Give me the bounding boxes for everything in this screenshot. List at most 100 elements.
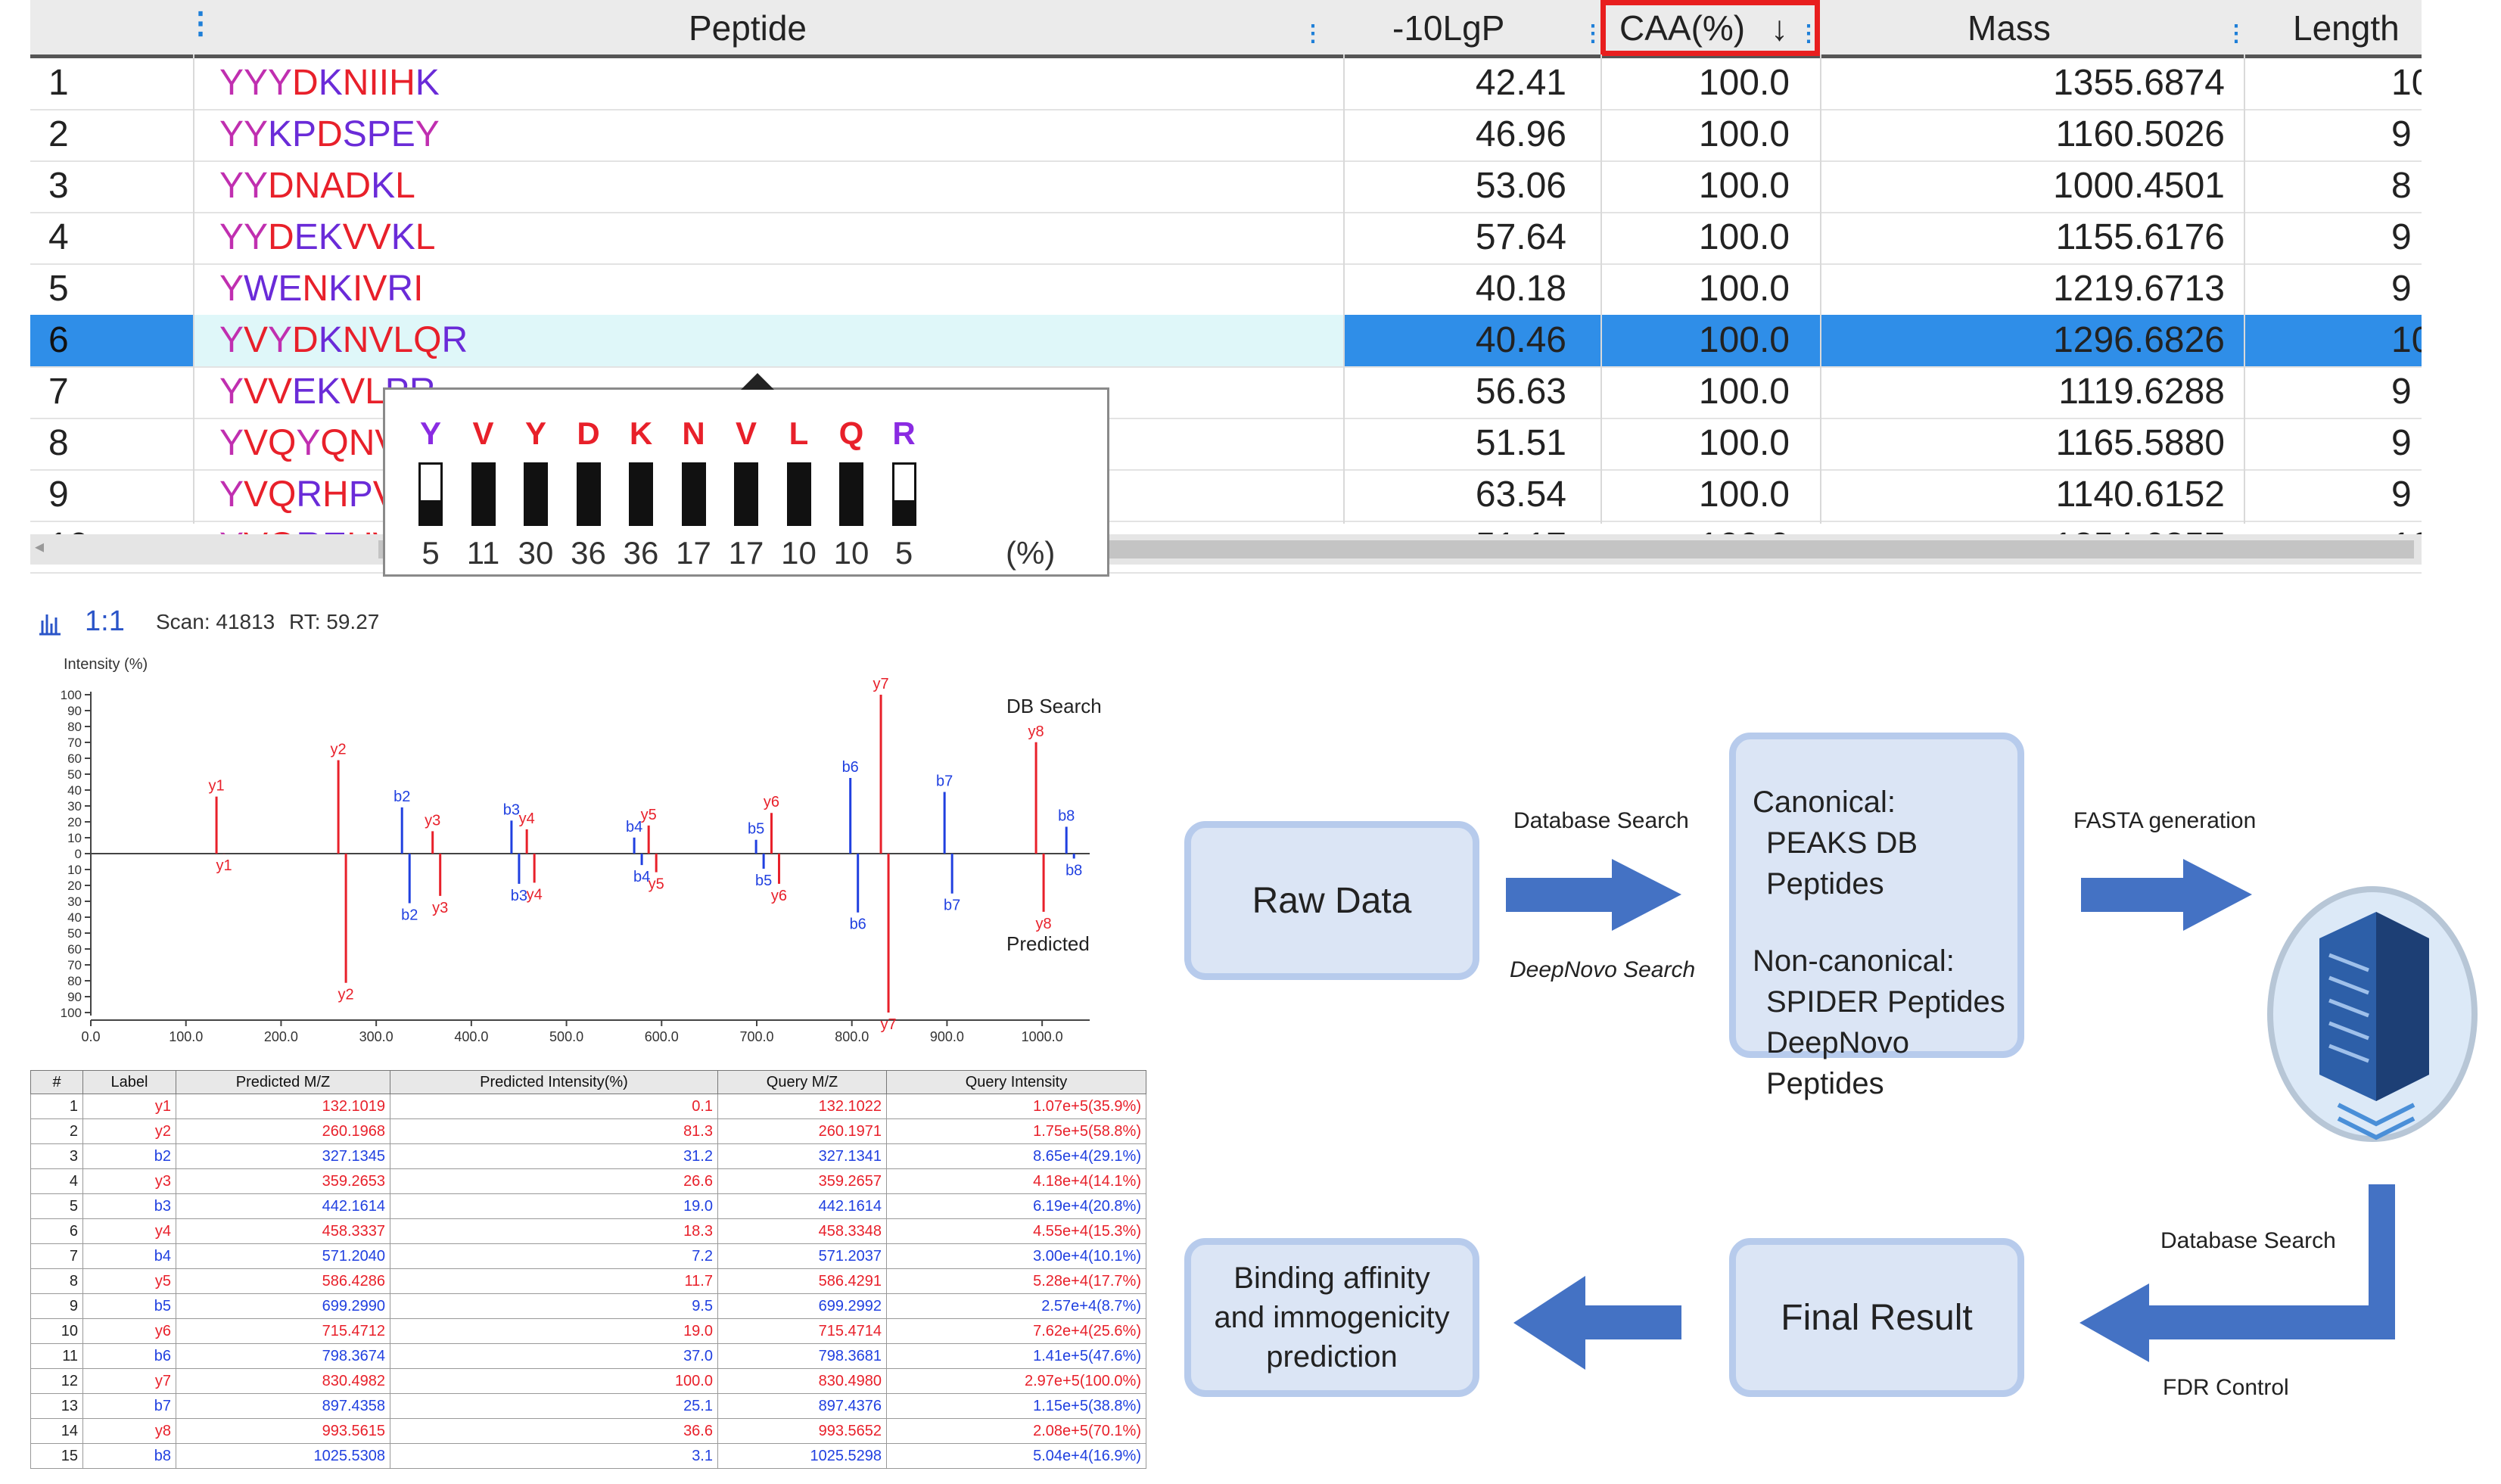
table-row[interactable]: 6 YVYDKNVLQR 40.46 100.0 1296.6826 10 <box>30 315 2422 368</box>
table-cell: 13 <box>30 1393 83 1419</box>
table-row[interactable]: 4 y3 359.2653 26.6 359.2657 4.18e+4(14.1%) <box>30 1168 1146 1194</box>
column-header[interactable]: Query Intensity <box>886 1070 1146 1094</box>
canonical-title: Canonical: <box>1753 786 1896 819</box>
length-value: 9 <box>2391 474 2412 515</box>
table-cell: 327.1341 <box>717 1143 887 1169</box>
spectrum-chart-icon[interactable] <box>36 610 62 636</box>
column-divider <box>1820 54 1821 524</box>
table-row[interactable]: 5 YWENKIVRI 40.18 100.0 1219.6713 9 <box>30 263 2422 316</box>
y-tick-label: 60 <box>67 942 82 957</box>
table-row[interactable]: 2 YYKPDSPEY 46.96 100.0 1160.5026 9 <box>30 109 2422 162</box>
peak-label: y8 <box>1028 723 1044 740</box>
table-cell: 1025.5308 <box>176 1443 390 1469</box>
caa-value: 100.0 <box>1698 217 1790 257</box>
column-header[interactable]: Query M/Z <box>717 1070 887 1094</box>
table-row[interactable]: 13 b7 897.4358 25.1 897.4376 1.15e+5(38.8%) <box>30 1393 1146 1419</box>
coverage-bar <box>524 462 548 526</box>
table-cell: 897.4358 <box>176 1393 390 1419</box>
header-lgp[interactable]: -10LgP <box>1392 0 1504 56</box>
table-cell: 571.2040 <box>176 1243 390 1269</box>
table-row[interactable]: 1 y1 132.1019 0.1 132.1022 1.07e+5(35.9%) <box>30 1094 1146 1119</box>
retention-time: RT: 59.27 <box>289 610 380 633</box>
coverage-bar <box>681 462 706 526</box>
column-menu-icon[interactable]: ⋮ <box>1302 6 1324 62</box>
y-axis-label: Intensity (%) <box>64 656 148 673</box>
label-deepnovo-search: DeepNovo Search <box>1510 957 1696 982</box>
noncanonical-item: SPIDER Peptides <box>1766 985 2005 1019</box>
table-cell: 8.65e+4(29.1%) <box>886 1143 1146 1169</box>
table-cell: b7 <box>82 1393 176 1419</box>
column-menu-icon[interactable]: ⋮ <box>185 0 216 51</box>
lgp-value: 42.41 <box>1475 63 1566 103</box>
y-tick-label: 70 <box>67 958 82 972</box>
caa-value: 100.0 <box>1698 474 1790 515</box>
table-row[interactable]: 10 y6 715.4712 19.0 715.4714 7.62e+4(25.6%) <box>30 1318 1146 1344</box>
mass-value: 1165.5880 <box>2055 423 2225 463</box>
arrow-elbow <box>2080 1184 2395 1362</box>
peak-label: y4 <box>527 886 543 903</box>
residue-coverage-popup: Y 5 V 11 Y 30 D 36 K 36 N 17 V 17 L 10 Q 10 R 5 (%) <box>383 373 1109 577</box>
peak-label: y4 <box>519 810 535 827</box>
column-header[interactable]: Predicted Intensity(%) <box>390 1070 718 1094</box>
lgp-value: 51.51 <box>1475 423 1566 463</box>
table-cell: 830.4980 <box>717 1368 887 1394</box>
binding-prediction-label: Binding affinity and immogenicity predic… <box>1214 1262 1450 1374</box>
caa-value: 100.0 <box>1698 423 1790 463</box>
residue-letter: V <box>472 415 494 451</box>
lgp-value: 56.63 <box>1475 372 1566 412</box>
table-cell: 442.1614 <box>176 1193 390 1219</box>
peak-label: b5 <box>755 873 772 889</box>
mass-value: 1296.6826 <box>2053 320 2225 360</box>
table-row[interactable]: 3 YYDNADKL 53.06 100.0 1000.4501 8 <box>30 160 2422 213</box>
coverage-percent: 11 <box>466 535 500 571</box>
y-tick-label: 10 <box>67 831 82 845</box>
table-row[interactable]: 11 b6 798.3674 37.0 798.3681 1.41e+5(47.6%) <box>30 1343 1146 1369</box>
table-row[interactable]: 8 y5 586.4286 11.7 586.4291 5.28e+4(17.7%) <box>30 1268 1146 1294</box>
length-value: 10 <box>2391 320 2422 360</box>
peak-label: y5 <box>649 876 664 893</box>
coverage-percent: 17 <box>676 535 711 571</box>
zoom-level[interactable]: 1:1 <box>85 605 125 638</box>
table-cell: 8 <box>30 1268 83 1294</box>
column-header[interactable]: Predicted M/Z <box>176 1070 390 1094</box>
y-tick-label: 30 <box>67 799 82 814</box>
table-row[interactable]: 7 b4 571.2040 7.2 571.2037 3.00e+4(10.1%) <box>30 1243 1146 1269</box>
peak-label: b6 <box>850 916 866 933</box>
table-cell: 4.55e+4(15.3%) <box>886 1218 1146 1244</box>
scroll-left-icon[interactable]: ◂ <box>35 536 44 558</box>
table-cell: 19.0 <box>390 1193 718 1219</box>
column-header[interactable]: # <box>30 1070 83 1094</box>
table-row[interactable]: 4 YYDEKVVKL 57.64 100.0 1155.6176 9 <box>30 212 2422 265</box>
y-tick-label: 100 <box>61 688 82 702</box>
table-row[interactable]: 15 b8 1025.5308 3.1 1025.5298 5.04e+4(16.9%) <box>30 1443 1146 1469</box>
peptide-sequence: YVYDKNVLQR <box>219 320 468 360</box>
table-cell: y7 <box>82 1368 176 1394</box>
header-mass[interactable]: Mass <box>1968 0 2051 56</box>
row-number: 6 <box>48 320 69 360</box>
table-row[interactable]: 6 y4 458.3337 18.3 458.3348 4.55e+4(15.3%) <box>30 1218 1146 1244</box>
table-row[interactable]: 5 b3 442.1614 19.0 442.1614 6.19e+4(20.8%) <box>30 1193 1146 1219</box>
column-header[interactable]: Label <box>82 1070 176 1094</box>
header-length[interactable]: Length <box>2293 0 2400 56</box>
header-peptide[interactable]: Peptide <box>689 0 807 56</box>
raw-data-label: Raw Data <box>1252 880 1412 921</box>
table-row[interactable]: 14 y8 993.5615 36.6 993.5652 2.08e+5(70.1%) <box>30 1418 1146 1444</box>
table-cell: 442.1614 <box>717 1193 887 1219</box>
table-cell: b5 <box>82 1293 176 1319</box>
table-row[interactable]: 1 YYYDKNIIHK 42.41 100.0 1355.6874 10 <box>30 58 2422 110</box>
table-cell: 7.62e+4(25.6%) <box>886 1318 1146 1344</box>
table-row[interactable]: 3 b2 327.1345 31.2 327.1341 8.65e+4(29.1%) <box>30 1143 1146 1169</box>
mass-value: 1000.4501 <box>2053 166 2225 206</box>
table-cell: 1.75e+5(58.8%) <box>886 1118 1146 1144</box>
lgp-value: 40.18 <box>1475 269 1566 309</box>
table-row[interactable]: 2 y2 260.1968 81.3 260.1971 1.75e+5(58.8%) <box>30 1118 1146 1144</box>
residue-letter: Y <box>524 415 546 451</box>
table-row[interactable]: 12 y7 830.4982 100.0 830.4980 2.97e+5(100.0%) <box>30 1368 1146 1394</box>
table-row[interactable]: 9 b5 699.2990 9.5 699.2992 2.57e+4(8.7%) <box>30 1293 1146 1319</box>
table-cell: 1 <box>30 1094 83 1119</box>
column-menu-icon[interactable]: ⋮ <box>2225 6 2247 62</box>
x-tick-label: 600.0 <box>645 1029 679 1044</box>
y-tick-label: 60 <box>67 751 82 766</box>
residue-letter: Q <box>838 415 864 451</box>
table-cell: 6 <box>30 1218 83 1244</box>
